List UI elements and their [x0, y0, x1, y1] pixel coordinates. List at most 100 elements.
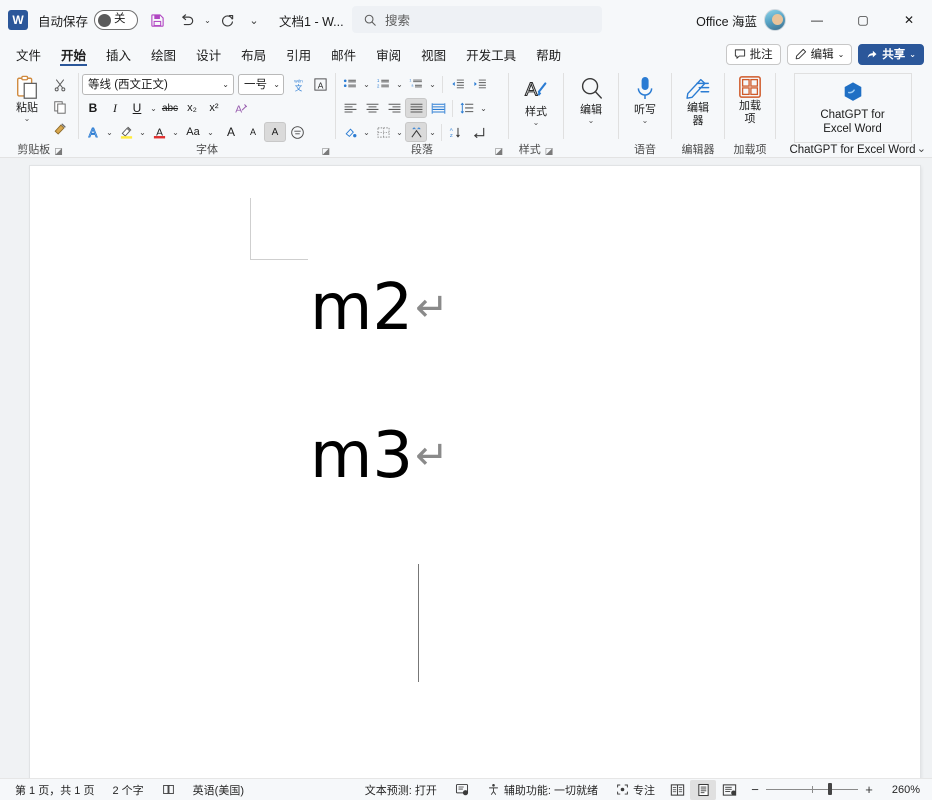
editing-button[interactable]: 编辑 ⌄: [567, 71, 615, 124]
word-count[interactable]: 2 个字: [103, 779, 152, 800]
language-indicator[interactable]: 英语(美国): [184, 779, 253, 800]
font-color-dropdown-icon[interactable]: ⌄: [170, 128, 181, 137]
minimize-button[interactable]: —: [794, 0, 840, 40]
shrink-font-button[interactable]: A: [242, 122, 264, 142]
document-canvas[interactable]: m2 ↵ m3 ↵ du @ 麦麦生活: [0, 158, 932, 778]
tab-review[interactable]: 审阅: [366, 40, 411, 68]
character-border-button[interactable]: A: [309, 74, 331, 94]
increase-indent-button[interactable]: [469, 74, 491, 94]
tab-developer[interactable]: 开发工具: [456, 40, 526, 68]
font-dialog-launcher-icon[interactable]: ◪: [321, 144, 330, 158]
sort-button[interactable]: AZ: [445, 122, 467, 142]
paragraph-dialog-launcher-icon[interactable]: ◪: [494, 144, 503, 158]
styles-dialog-launcher-icon[interactable]: ◪: [545, 144, 554, 158]
numbered-list-button[interactable]: 12: [372, 74, 394, 94]
print-layout-button[interactable]: [690, 779, 716, 800]
proofing-status[interactable]: [153, 779, 184, 800]
styles-button[interactable]: A 样式 ⌄: [512, 71, 560, 126]
format-painter-button[interactable]: [49, 119, 71, 139]
paragraph-2[interactable]: m3 ↵: [310, 424, 449, 488]
editing-mode-button[interactable]: 编辑 ⌄: [786, 43, 853, 65]
numbering-dropdown-icon[interactable]: ⌄: [394, 80, 405, 89]
tab-insert[interactable]: 插入: [96, 40, 141, 68]
search-input[interactable]: 搜索: [352, 6, 602, 33]
zoom-slider[interactable]: [766, 783, 858, 795]
font-name-input[interactable]: 等线 (西文正文) ⌄: [82, 73, 234, 95]
show-paragraph-marks-button[interactable]: [467, 122, 489, 142]
align-center-button[interactable]: [361, 98, 383, 118]
tab-file[interactable]: 文件: [6, 40, 51, 68]
undo-icon[interactable]: [172, 6, 202, 34]
align-right-button[interactable]: [383, 98, 405, 118]
autosave-control[interactable]: 自动保存 关: [38, 10, 139, 30]
subscript-button[interactable]: x₂: [181, 98, 203, 118]
accessibility-status[interactable]: 辅助功能: 一切就绪: [478, 779, 607, 800]
tab-view[interactable]: 视图: [411, 40, 456, 68]
bold-button[interactable]: B: [82, 98, 104, 118]
text-effects-button[interactable]: A: [82, 122, 104, 142]
redo-icon[interactable]: [213, 6, 243, 34]
line-spacing-dropdown-icon[interactable]: ⌄: [478, 104, 489, 113]
account-button[interactable]: Office 海蓝: [696, 9, 794, 31]
paragraph-1[interactable]: m2 ↵: [310, 276, 449, 340]
display-settings-button[interactable]: [446, 779, 478, 800]
more-commands-icon[interactable]: ⌄: [243, 6, 265, 34]
phonetic-guide-button[interactable]: wén 文: [287, 74, 309, 94]
share-button[interactable]: 共享 ⌄: [858, 43, 924, 65]
grow-font-button[interactable]: A: [220, 122, 242, 142]
pinyin-dropdown-icon[interactable]: ⌄: [427, 128, 438, 137]
font-size-input[interactable]: 一号 ⌄: [238, 73, 284, 95]
shading-button[interactable]: [339, 122, 361, 142]
chevron-down-icon[interactable]: ⌄: [24, 114, 31, 122]
bullet-dropdown-icon[interactable]: ⌄: [361, 80, 372, 89]
chevron-down-icon[interactable]: ⌄: [588, 116, 595, 124]
tab-draw[interactable]: 绘图: [141, 40, 186, 68]
highlight-dropdown-icon[interactable]: ⌄: [137, 128, 148, 137]
paste-button[interactable]: 粘贴 ⌄: [5, 71, 49, 122]
justify-button[interactable]: [405, 98, 427, 118]
save-icon[interactable]: [142, 6, 172, 34]
borders-button[interactable]: [372, 122, 394, 142]
undo-dropdown-icon[interactable]: ⌄: [202, 6, 213, 34]
read-mode-button[interactable]: [664, 780, 690, 800]
text-prediction-status[interactable]: 文本预测: 打开: [356, 779, 446, 800]
underline-dropdown-icon[interactable]: ⌄: [148, 104, 159, 113]
tab-design[interactable]: 设计: [186, 40, 231, 68]
focus-mode-button[interactable]: 专注: [607, 779, 664, 800]
zoom-in-button[interactable]: +: [864, 782, 874, 797]
clipboard-dialog-launcher-icon[interactable]: ◪: [54, 144, 63, 158]
change-case-dropdown-icon[interactable]: ⌄: [205, 128, 216, 137]
tab-mailings[interactable]: 邮件: [321, 40, 366, 68]
enclose-characters-button[interactable]: [286, 122, 308, 142]
font-color-button[interactable]: A: [148, 122, 170, 142]
chatgpt-addin-button[interactable]: ChatGPT for Excel Word: [793, 73, 912, 143]
character-shading-button[interactable]: A: [264, 122, 286, 142]
editor-button[interactable]: 编辑器: [675, 71, 721, 127]
maximize-button[interactable]: ▢: [840, 0, 886, 40]
change-case-button[interactable]: Aa: [181, 122, 205, 142]
close-button[interactable]: ✕: [886, 0, 932, 40]
zoom-out-button[interactable]: −: [750, 782, 760, 797]
chevron-down-icon[interactable]: ⌄: [222, 80, 229, 89]
chevron-down-icon[interactable]: ⌄: [642, 116, 649, 124]
tab-layout[interactable]: 布局: [231, 40, 276, 68]
autosave-toggle[interactable]: 关: [94, 10, 139, 30]
zoom-control[interactable]: − + 260%: [742, 782, 926, 797]
italic-button[interactable]: I: [104, 98, 126, 118]
borders-dropdown-icon[interactable]: ⌄: [394, 128, 405, 137]
tab-help[interactable]: 帮助: [526, 40, 571, 68]
clear-formatting-button[interactable]: A: [229, 98, 251, 118]
page-indicator[interactable]: 第 1 页，共 1 页: [6, 779, 103, 800]
document-page[interactable]: m2 ↵ m3 ↵ du @ 麦麦生活: [30, 166, 920, 778]
distribute-button[interactable]: [427, 98, 449, 118]
chevron-down-icon[interactable]: ⌄: [533, 118, 540, 126]
strikethrough-button[interactable]: abc: [159, 98, 181, 118]
zoom-level[interactable]: 260%: [880, 784, 920, 796]
underline-button[interactable]: U: [126, 98, 148, 118]
zoom-slider-thumb[interactable]: [828, 783, 832, 795]
tab-home[interactable]: 开始: [51, 40, 96, 68]
tab-references[interactable]: 引用: [276, 40, 321, 68]
text-effects-dropdown-icon[interactable]: ⌄: [104, 128, 115, 137]
cut-button[interactable]: [49, 75, 71, 95]
copy-button[interactable]: [49, 97, 71, 117]
